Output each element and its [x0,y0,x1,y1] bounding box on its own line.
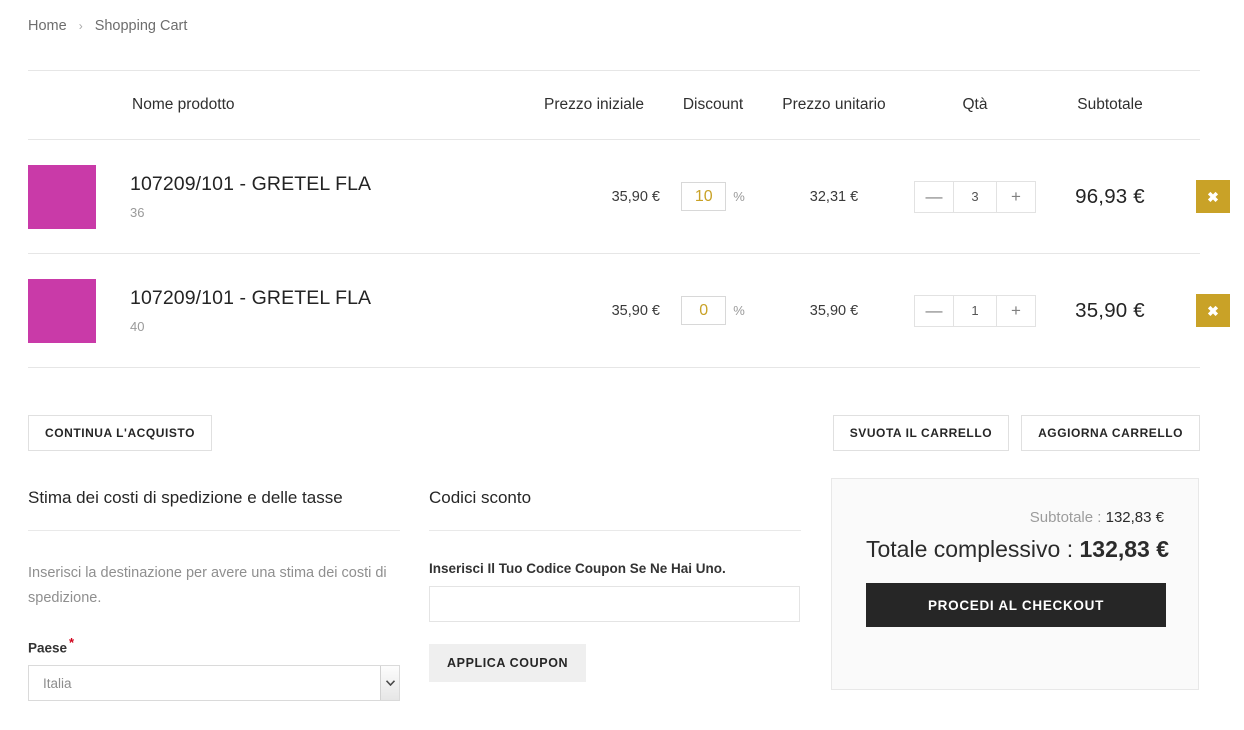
discount-input[interactable] [681,296,727,325]
remove-item-button[interactable]: ✖ [1196,294,1230,327]
coupon-title: Codici sconto [429,488,532,507]
discount-input[interactable] [681,182,727,211]
product-thumbnail-cell [28,164,130,229]
quantity-stepper: — 3 + [914,180,1036,213]
product-variant: 40 [130,319,145,335]
cart-actions: CONTINUA L'ACQUISTO SVUOTA IL CARRELLO A… [28,415,1200,451]
product-info-cell: 107209/101 - GRETEL FLA 36 [130,173,528,220]
unit-price-cell: 32,31 € [766,188,902,206]
header-unit-price: Prezzo unitario [782,96,886,113]
header-subtotal: Subtotale [1077,96,1143,113]
quantity-cell: — 1 + [902,294,1048,327]
breadcrumb: Home › Shopping Cart [28,18,187,34]
initial-price-cell: 35,90 € [528,188,660,206]
quantity-stepper: — 1 + [914,294,1036,327]
remove-item-button[interactable]: ✖ [1196,180,1230,213]
unit-price-cell: 35,90 € [766,302,902,320]
discount-percent-label: % [733,189,745,204]
header-product: Nome prodotto [132,96,235,113]
summary-subtotal-value: 132,83 € [1105,509,1164,526]
row-subtotal: 96,93 € [1075,184,1145,208]
shipping-estimate-panel: Stima dei costi di spedizione e delle ta… [28,488,400,702]
apply-coupon-button[interactable]: APPLICA COUPON [429,644,587,682]
chevron-down-icon[interactable] [380,666,399,701]
header-discount: Discount [682,96,744,113]
product-image[interactable] [28,278,96,343]
quantity-increase-button[interactable]: + [997,181,1035,212]
shipping-title: Stima dei costi di spedizione e delle ta… [28,488,343,507]
product-image[interactable] [28,164,96,229]
remove-cell: ✖ [1172,294,1230,327]
summary-total-label: Totale complessivo : [866,536,1074,562]
initial-price-cell: 35,90 € [528,302,660,320]
quantity-value[interactable]: 1 [953,295,997,326]
quantity-decrease-button[interactable]: — [915,295,953,326]
subtotal-cell: 96,93 € [1048,185,1172,209]
chevron-right-icon: › [78,19,83,33]
required-asterisk: * [69,634,75,650]
discount-cell: % [660,296,766,325]
proceed-to-checkout-button[interactable]: PROCEDI AL CHECKOUT [866,583,1166,627]
summary-total-value: 132,83 € [1079,536,1170,562]
cart-table: Nome prodotto Prezzo iniziale Discount P… [28,70,1230,368]
empty-cart-button[interactable]: SVUOTA IL CARRELLO [832,415,1010,451]
table-header-row: Nome prodotto Prezzo iniziale Discount P… [28,71,1200,139]
initial-price: 35,90 € [611,188,660,205]
summary-subtotal-row: Subtotale : 132,83 € [866,509,1164,526]
order-summary-panel: Subtotale : 132,83 € Totale complessivo … [831,478,1199,690]
unit-price: 32,31 € [809,188,859,205]
quantity-cell: — 3 + [902,180,1048,213]
product-variant: 36 [130,205,145,221]
table-row: 107209/101 - GRETEL FLA 40 35,90 € % 35,… [28,254,1230,367]
row-subtotal: 35,90 € [1075,298,1145,322]
breadcrumb-home[interactable]: Home [28,18,67,34]
table-bottom-divider [28,367,1200,368]
country-select-wrapper[interactable]: Italia [28,665,400,702]
country-label: Paese * [28,635,400,656]
summary-total-row: Totale complessivo : 132,83 € [866,536,1169,563]
product-info-cell: 107209/101 - GRETEL FLA 40 [130,287,528,334]
coupon-panel: Codici sconto Inserisci Il Tuo Codice Co… [429,488,801,682]
unit-price: 35,90 € [809,302,859,319]
summary-subtotal-label: Subtotale : [1029,509,1102,526]
coupon-input[interactable] [429,586,800,622]
quantity-increase-button[interactable]: + [997,295,1035,326]
continue-shopping-button[interactable]: CONTINUA L'ACQUISTO [28,415,212,451]
product-name[interactable]: 107209/101 - GRETEL FLA [130,287,528,310]
breadcrumb-current: Shopping Cart [94,18,188,34]
discount-percent-label: % [733,303,745,318]
shipping-description: Inserisci la destinazione per avere una … [28,565,387,606]
quantity-value[interactable]: 3 [953,181,997,212]
coupon-rule [429,530,801,531]
quantity-decrease-button[interactable]: — [915,181,953,212]
shopping-cart-page: Home › Shopping Cart Nome prodotto Prezz… [0,0,1244,730]
initial-price: 35,90 € [611,302,660,319]
shipping-rule [28,530,400,531]
country-select[interactable]: Italia [28,665,400,702]
coupon-hint: Inserisci Il Tuo Codice Coupon Se Ne Hai… [429,561,726,576]
subtotal-cell: 35,90 € [1048,299,1172,323]
header-initial-price: Prezzo iniziale [544,96,644,113]
country-label-text: Paese [28,640,68,656]
table-row: 107209/101 - GRETEL FLA 36 35,90 € % 32,… [28,140,1230,253]
cart-actions-right: SVUOTA IL CARRELLO AGGIORNA CARRELLO [832,415,1200,451]
discount-cell: % [660,182,766,211]
product-name[interactable]: 107209/101 - GRETEL FLA [130,173,528,196]
product-thumbnail-cell [28,278,130,343]
remove-cell: ✖ [1172,180,1230,213]
header-qty: Qtà [962,96,988,113]
update-cart-button[interactable]: AGGIORNA CARRELLO [1021,415,1200,451]
